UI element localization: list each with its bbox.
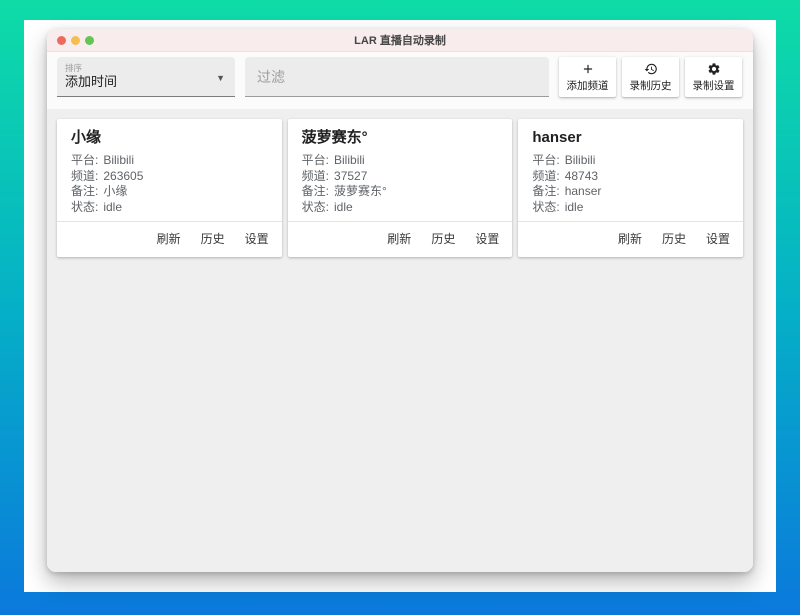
filter-input[interactable] bbox=[245, 57, 549, 97]
plus-icon bbox=[581, 62, 595, 76]
sort-select-value: 添加时间 bbox=[65, 71, 117, 90]
card-body: 小缘 平台: Bilibili 频道: 263605 备注: 小缘 状态: idle bbox=[57, 119, 282, 221]
sort-select[interactable]: 排序 添加时间 ▼ bbox=[57, 57, 235, 97]
channel-name: hanser bbox=[532, 129, 729, 147]
field-value: 37527 bbox=[334, 169, 367, 183]
refresh-action[interactable]: 刷新 bbox=[618, 230, 642, 247]
field-value: 小缘 bbox=[103, 184, 127, 198]
field-label: 备注: bbox=[532, 184, 559, 198]
refresh-action[interactable]: 刷新 bbox=[387, 230, 411, 247]
channel-name: 菠萝赛东° bbox=[302, 129, 499, 147]
field-value: 263605 bbox=[103, 169, 143, 183]
record-settings-label: 录制设置 bbox=[693, 78, 735, 93]
field-value: 菠萝赛东° bbox=[334, 184, 387, 198]
app-window: LAR 直播自动录制 排序 添加时间 ▼ 添加频道 录制历史 bbox=[47, 29, 753, 572]
record-settings-button[interactable]: 录制设置 bbox=[685, 57, 742, 97]
field-value: idle bbox=[565, 200, 584, 214]
record-history-button[interactable]: 录制历史 bbox=[622, 57, 679, 97]
history-icon bbox=[644, 62, 658, 76]
field-label: 频道: bbox=[71, 169, 98, 183]
settings-action[interactable]: 设置 bbox=[475, 230, 499, 247]
titlebar: LAR 直播自动录制 bbox=[47, 29, 753, 52]
toolbar: 排序 添加时间 ▼ 添加频道 录制历史 录制设 bbox=[47, 52, 753, 109]
field-label: 状态: bbox=[302, 200, 329, 214]
channel-card: hanser 平台: Bilibili 频道: 48743 备注: hanser 状态… bbox=[518, 119, 743, 257]
field-value: Bilibili bbox=[103, 153, 134, 167]
field-label: 状态: bbox=[532, 200, 559, 214]
history-action[interactable]: 历史 bbox=[431, 230, 455, 247]
field-label: 频道: bbox=[532, 169, 559, 183]
card-actions: 刷新 历史 设置 bbox=[288, 222, 513, 257]
record-history-label: 录制历史 bbox=[630, 78, 672, 93]
field-value: Bilibili bbox=[334, 153, 365, 167]
chevron-down-icon: ▼ bbox=[216, 73, 225, 83]
field-label: 频道: bbox=[302, 169, 329, 183]
channel-name: 小缘 bbox=[71, 129, 268, 147]
field-value: idle bbox=[334, 200, 353, 214]
card-actions: 刷新 历史 设置 bbox=[57, 222, 282, 257]
close-button[interactable] bbox=[57, 36, 66, 45]
field-label: 平台: bbox=[302, 153, 329, 167]
gear-icon bbox=[707, 62, 721, 76]
history-action[interactable]: 历史 bbox=[662, 230, 686, 247]
field-label: 备注: bbox=[302, 184, 329, 198]
field-value: idle bbox=[103, 200, 122, 214]
desktop-background: LAR 直播自动录制 排序 添加时间 ▼ 添加频道 录制历史 bbox=[0, 0, 800, 615]
screenshot-backdrop: LAR 直播自动录制 排序 添加时间 ▼ 添加频道 录制历史 bbox=[24, 20, 776, 592]
field-label: 状态: bbox=[71, 200, 98, 214]
field-label: 平台: bbox=[71, 153, 98, 167]
channel-card: 菠萝赛东° 平台: Bilibili 频道: 37527 备注: 菠萝赛东° 状态: i… bbox=[288, 119, 513, 257]
card-body: hanser 平台: Bilibili 频道: 48743 备注: hanser 状态… bbox=[518, 119, 743, 221]
maximize-button[interactable] bbox=[85, 36, 94, 45]
minimize-button[interactable] bbox=[71, 36, 80, 45]
history-action[interactable]: 历史 bbox=[201, 230, 225, 247]
refresh-action[interactable]: 刷新 bbox=[157, 230, 181, 247]
card-actions: 刷新 历史 设置 bbox=[518, 222, 743, 257]
add-channel-label: 添加频道 bbox=[567, 78, 609, 93]
window-title: LAR 直播自动录制 bbox=[47, 32, 753, 48]
field-label: 备注: bbox=[71, 184, 98, 198]
settings-action[interactable]: 设置 bbox=[706, 230, 730, 247]
settings-action[interactable]: 设置 bbox=[245, 230, 269, 247]
traffic-lights bbox=[57, 29, 94, 51]
field-value: Bilibili bbox=[565, 153, 596, 167]
field-value: 48743 bbox=[565, 169, 598, 183]
add-channel-button[interactable]: 添加频道 bbox=[559, 57, 616, 97]
field-value: hanser bbox=[565, 184, 602, 198]
channel-list: 小缘 平台: Bilibili 频道: 263605 备注: 小缘 状态: idle 刷… bbox=[47, 109, 753, 572]
card-body: 菠萝赛东° 平台: Bilibili 频道: 37527 备注: 菠萝赛东° 状态: i… bbox=[288, 119, 513, 221]
channel-card: 小缘 平台: Bilibili 频道: 263605 备注: 小缘 状态: idle 刷… bbox=[57, 119, 282, 257]
field-label: 平台: bbox=[532, 153, 559, 167]
toolbar-buttons: 添加频道 录制历史 录制设置 bbox=[559, 57, 742, 97]
